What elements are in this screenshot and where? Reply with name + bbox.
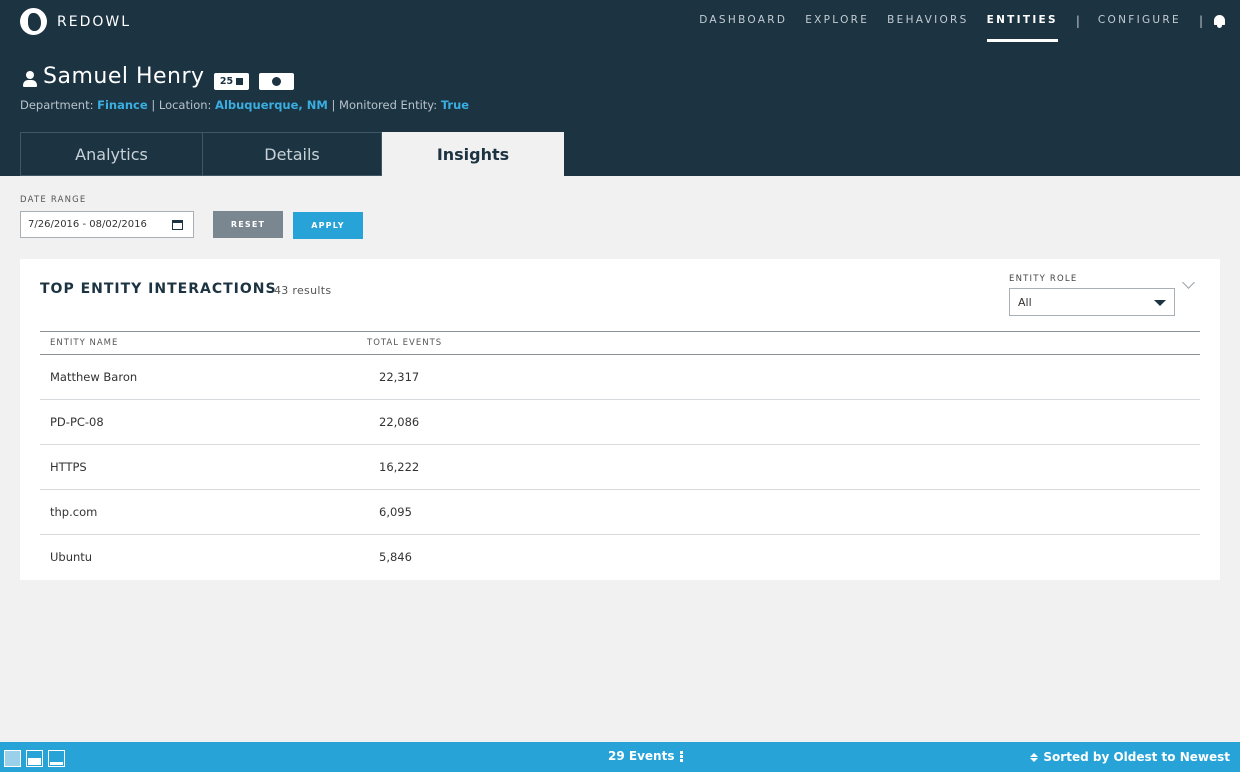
nav-item-behaviors[interactable]: BEHAVIORS (887, 0, 968, 42)
apply-button[interactable]: APPLY (293, 212, 363, 239)
entity-role-label: ENTITY ROLE (1009, 274, 1078, 284)
chevron-down-icon[interactable] (1182, 276, 1195, 289)
entity-name-cell: Ubuntu (50, 550, 93, 564)
nav-separator: | (1198, 14, 1203, 28)
interactions-table: ENTITY NAME TOTAL EVENTS Matthew Baron 2… (40, 331, 1200, 580)
entity-role-select[interactable]: All (1009, 288, 1175, 316)
date-range-label: DATE RANGE (20, 195, 87, 205)
brand-name: REDOWL (57, 13, 132, 30)
sort-icon (1030, 752, 1039, 762)
app-header: REDOWL DASHBOARD EXPLORE BEHAVIORS ENTIT… (0, 0, 1240, 176)
top-entity-interactions-panel: TOP ENTITY INTERACTIONS 43 results ENTIT… (20, 259, 1220, 580)
events-toggle[interactable]: 29 Events (608, 749, 684, 763)
globe-badge[interactable] (259, 73, 294, 90)
person-icon (23, 71, 37, 87)
monitored-value: True (440, 98, 470, 112)
entity-name: Samuel Henry (43, 64, 205, 89)
total-events-cell: 16,222 (379, 460, 420, 474)
reset-button[interactable]: RESET (213, 211, 283, 238)
sort-label: Sorted by Oldest to Newest (1043, 750, 1230, 764)
entity-name-cell: thp.com (50, 505, 98, 519)
alert-count: 25 (219, 76, 234, 87)
table-row[interactable]: PD-PC-08 22,086 (40, 400, 1200, 445)
events-count: 29 Events (608, 749, 675, 763)
nav-item-configure[interactable]: CONFIGURE (1098, 0, 1181, 42)
more-vertical-icon (680, 750, 684, 762)
table-row[interactable]: HTTPS 16,222 (40, 445, 1200, 490)
tab-details[interactable]: Details (203, 132, 382, 176)
entity-name-cell: PD-PC-08 (50, 415, 104, 429)
tab-insights[interactable]: Insights (382, 132, 564, 176)
entity-meta: Department: Finance | Location: Albuquer… (20, 98, 469, 112)
location-label: | Location: (151, 98, 212, 112)
date-range-value: 7/26/2016 - 08/02/2016 (28, 219, 147, 230)
notification-bell-icon[interactable] (1213, 14, 1226, 28)
total-events-cell: 22,317 (379, 370, 420, 384)
table-row[interactable]: Ubuntu 5,846 (40, 535, 1200, 580)
results-count: 43 results (274, 284, 332, 297)
entity-role-value: All (1018, 296, 1032, 309)
department-label: Department: (20, 98, 94, 112)
column-header-entity-name[interactable]: ENTITY NAME (50, 338, 118, 348)
table-row[interactable]: Matthew Baron 22,317 (40, 355, 1200, 400)
total-events-cell: 5,846 (379, 550, 412, 564)
total-events-cell: 6,095 (379, 505, 412, 519)
nav-item-explore[interactable]: EXPLORE (805, 0, 869, 42)
nav-item-entities[interactable]: ENTITIES (986, 0, 1058, 42)
nav-item-dashboard[interactable]: DASHBOARD (699, 0, 787, 42)
calendar-icon[interactable] (172, 220, 183, 230)
entity-name-cell: Matthew Baron (50, 370, 138, 384)
layout-minimized-icon[interactable] (48, 750, 65, 767)
alert-count-badge[interactable]: 25 (214, 73, 249, 90)
entity-tabs: Analytics Details Insights (20, 132, 564, 176)
department-link[interactable]: Finance (97, 98, 148, 112)
total-events-cell: 22,086 (379, 415, 420, 429)
layout-split-icon[interactable] (26, 750, 43, 767)
owl-logo-icon (20, 8, 47, 35)
nav-separator: | (1075, 14, 1080, 28)
table-row[interactable]: thp.com 6,095 (40, 490, 1200, 535)
brand-logo[interactable]: REDOWL (20, 8, 131, 35)
top-nav: DASHBOARD EXPLORE BEHAVIORS ENTITIES | C… (681, 0, 1226, 42)
entity-name-cell: HTTPS (50, 460, 87, 474)
column-header-total-events[interactable]: TOTAL EVENTS (367, 338, 442, 348)
layout-full-icon[interactable] (4, 750, 21, 767)
events-footer-bar: 29 Events Sorted by Oldest to Newest (0, 742, 1240, 772)
location-link[interactable]: Albuquerque, NM (215, 98, 328, 112)
monitored-label: | Monitored Entity: (331, 98, 438, 112)
caret-down-icon (1154, 300, 1166, 306)
date-range-input[interactable]: 7/26/2016 - 08/02/2016 (20, 211, 194, 238)
sort-toggle[interactable]: Sorted by Oldest to Newest (1030, 750, 1230, 764)
panel-title: TOP ENTITY INTERACTIONS (40, 281, 277, 297)
globe-icon (272, 77, 281, 86)
flag-icon (236, 78, 244, 85)
tab-analytics[interactable]: Analytics (20, 132, 203, 176)
table-header: ENTITY NAME TOTAL EVENTS (40, 331, 1200, 355)
